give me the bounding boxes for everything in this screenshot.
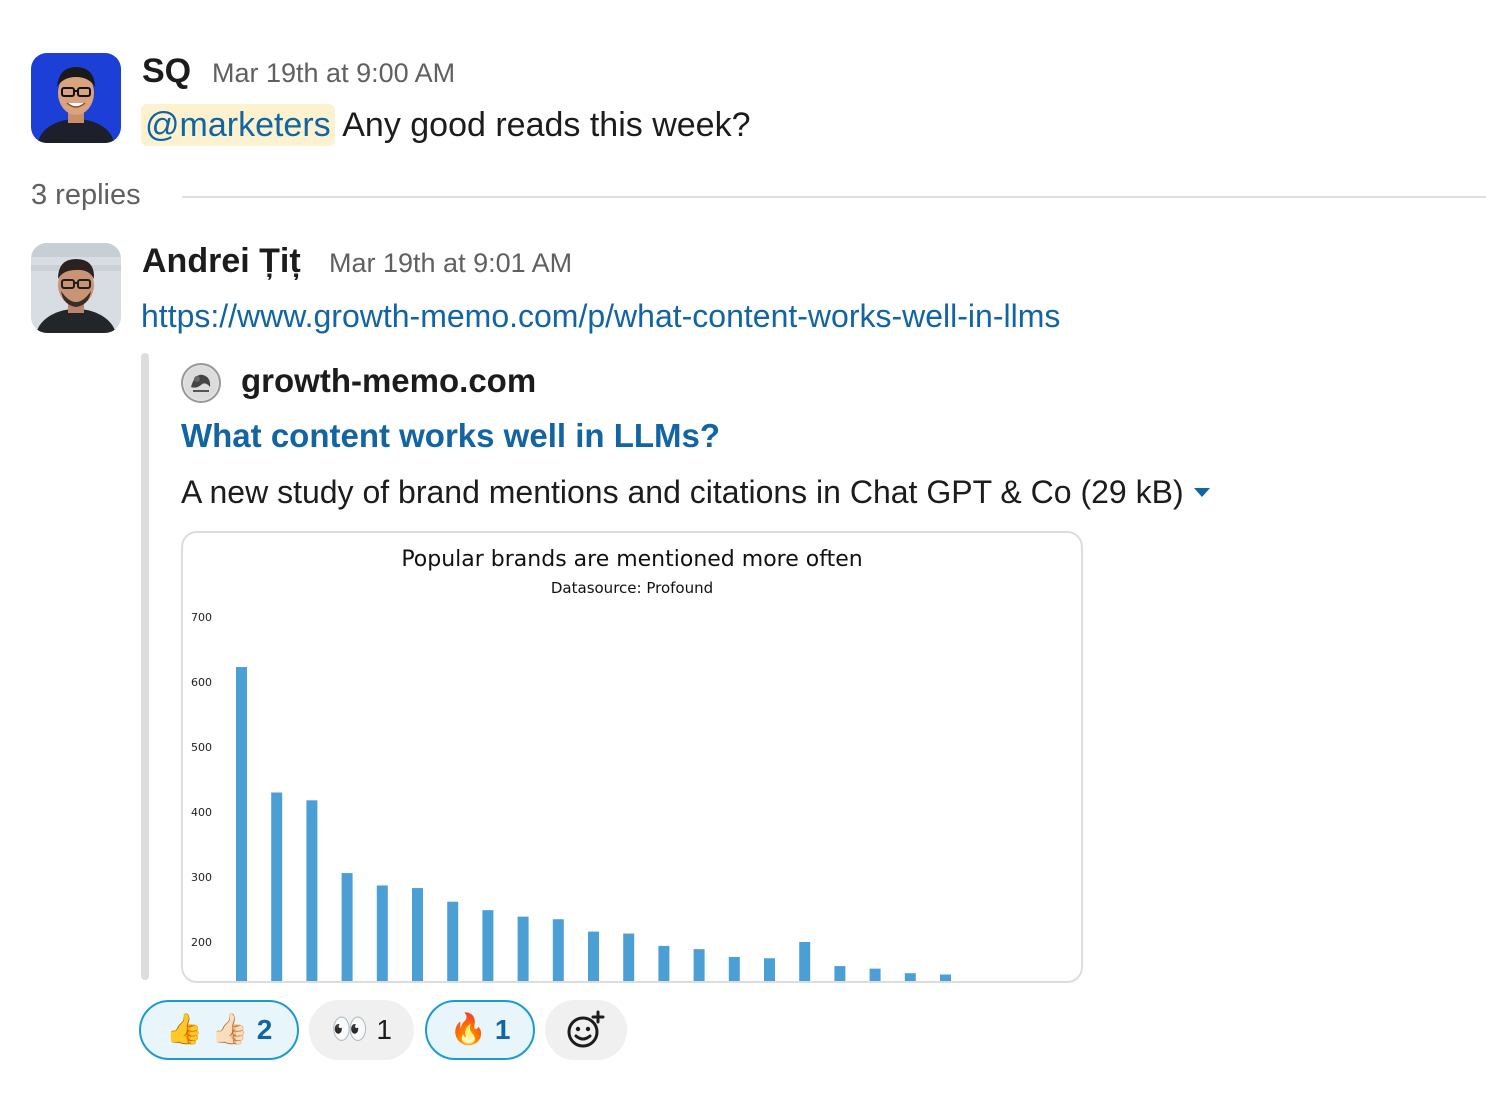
y-tick-label: 600 — [191, 676, 212, 689]
avatar-andrei[interactable] — [31, 243, 121, 333]
message-body: @marketers Any good reads this week? — [141, 104, 751, 146]
attachment-bar — [141, 353, 149, 980]
chart-bar — [904, 973, 916, 981]
fire-icon: 🔥 — [449, 1013, 487, 1046]
unfurl-title[interactable]: What content works well in LLMs? — [181, 417, 720, 455]
collapse-caret-icon[interactable] — [1193, 488, 1210, 498]
chart-bar — [799, 942, 811, 981]
avatar-sq[interactable] — [31, 53, 121, 143]
message-author[interactable]: Andrei Țiț — [142, 242, 301, 281]
thumbs-up-icon: 👍 👍🏻 — [165, 1013, 249, 1046]
reaction-eyes[interactable]: 👀 1 — [309, 1000, 414, 1060]
y-tick-label: 300 — [191, 871, 212, 884]
y-tick-label: 700 — [191, 611, 212, 624]
reaction-fire[interactable]: 🔥 1 — [425, 1000, 535, 1060]
message-timestamp[interactable]: Mar 19th at 9:01 AM — [329, 248, 572, 279]
add-reaction-icon — [567, 1010, 605, 1048]
message-timestamp[interactable]: Mar 19th at 9:00 AM — [212, 58, 455, 89]
message-author[interactable]: SQ — [142, 52, 191, 91]
chart-bar — [482, 910, 494, 981]
chart-bar — [447, 901, 459, 981]
chart-bar — [376, 885, 388, 981]
chart-bar — [236, 667, 247, 981]
y-tick-label: 400 — [191, 806, 212, 819]
y-tick-label: 200 — [191, 936, 212, 949]
unfurl-site-name[interactable]: growth-memo.com — [241, 362, 536, 400]
chart-bar — [517, 916, 529, 981]
thread-divider — [182, 196, 1486, 198]
chart-bar — [693, 949, 705, 981]
y-tick-label: 500 — [191, 741, 212, 754]
add-reaction-button[interactable] — [545, 1000, 627, 1060]
chart-bar — [552, 919, 564, 981]
chart-bar — [728, 956, 740, 981]
chart-bar — [869, 968, 881, 981]
chart-bar — [588, 931, 599, 981]
reaction-count: 1 — [494, 1014, 511, 1045]
reaction-count: 1 — [376, 1014, 392, 1045]
chart-bar — [271, 792, 283, 981]
reaction-thumbsup[interactable]: 👍 👍🏻 2 — [139, 1000, 299, 1060]
site-favicon-icon — [181, 363, 221, 403]
message-link[interactable]: https://www.growth-memo.com/p/what-conte… — [141, 298, 1060, 335]
unfurl-description-text: A new study of brand mentions and citati… — [181, 474, 1184, 510]
reaction-count: 2 — [256, 1014, 273, 1045]
replies-count: 3 replies — [31, 179, 141, 211]
chart-bar — [834, 966, 846, 981]
chart-bar — [940, 974, 951, 981]
chart-bar — [306, 800, 318, 981]
chart-preview[interactable]: Popular brands are mentioned more often … — [181, 531, 1083, 983]
chart-bar — [341, 873, 353, 981]
message-text: Any good reads this week? — [334, 106, 751, 144]
mention-marketers[interactable]: @marketers — [141, 104, 335, 146]
unfurl-description: A new study of brand mentions and citati… — [181, 474, 1210, 511]
chart-bar — [412, 888, 423, 981]
chart-svg: 200 300 400 500 600 700 — [191, 611, 951, 981]
eyes-icon: 👀 — [331, 1013, 369, 1046]
chart-bar — [623, 933, 635, 981]
chart-bar — [764, 958, 775, 981]
chart-bar — [658, 945, 670, 981]
